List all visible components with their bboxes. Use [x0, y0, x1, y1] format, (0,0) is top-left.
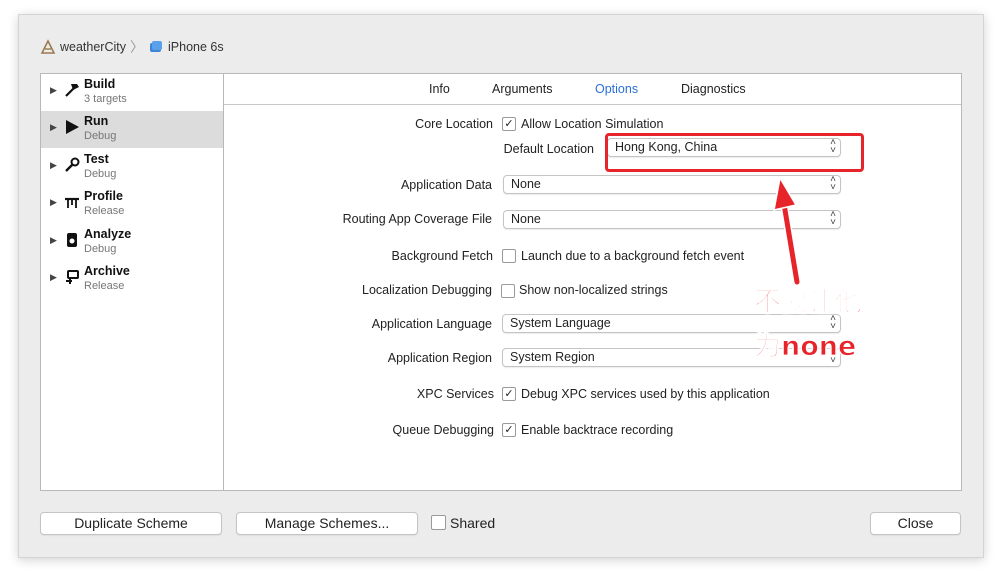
analyze-icon	[67, 233, 77, 247]
disclosure-triangle-icon[interactable]: ▶	[50, 272, 57, 283]
application-language-value: System Language	[510, 316, 611, 330]
sidebar-item-run[interactable]: ▶ Run Debug	[41, 111, 223, 148]
debug-xpc-label: Debug XPC services used by this applicat…	[521, 387, 770, 401]
sidebar-item-label: Profile	[84, 189, 123, 203]
breadcrumb-device[interactable]: iPhone 6s	[168, 40, 224, 54]
tab-diagnostics[interactable]: Diagnostics	[681, 82, 746, 96]
sidebar-item-archive[interactable]: ▶ Archive Release	[41, 261, 223, 298]
background-fetch-label: Background Fetch	[391, 249, 493, 263]
instruments-icon	[65, 197, 79, 208]
background-fetch-option-label: Launch due to a background fetch event	[521, 249, 745, 263]
application-region-value: System Region	[510, 350, 595, 364]
application-data-label: Application Data	[400, 178, 492, 192]
breadcrumb-separator: 〉	[130, 39, 144, 55]
routing-coverage-value: None	[511, 212, 541, 226]
application-region-label: Application Region	[387, 351, 492, 365]
sidebar-item-subtitle: 3 targets	[84, 93, 127, 105]
scheme-action-sidebar: ▶ Build 3 targets ▶ Run Debug ▶ Test Deb…	[41, 74, 224, 490]
disclosure-triangle-icon[interactable]: ▶	[50, 160, 57, 171]
popup-arrows-icon: ˄ ˅	[830, 174, 836, 193]
manage-schemes-button[interactable]: Manage Schemes...	[236, 512, 418, 535]
disclosure-triangle-icon[interactable]: ▶	[50, 235, 57, 246]
backtrace-recording-checkbox[interactable]: ✓	[502, 423, 516, 437]
debug-xpc-checkbox[interactable]: ✓	[502, 387, 516, 401]
default-location-label: Default Location	[503, 142, 594, 156]
sidebar-item-test[interactable]: ▶ Test Debug	[41, 149, 223, 186]
non-localized-strings-label: Show non-localized strings	[519, 283, 668, 297]
sidebar-item-subtitle: Debug	[84, 168, 117, 180]
annotation-text-line2: 为none	[753, 331, 857, 363]
allow-location-simulation-label: Allow Location Simulation	[521, 117, 664, 131]
sidebar-item-subtitle: Release	[84, 205, 125, 217]
disclosure-triangle-icon[interactable]: ▶	[50, 197, 57, 208]
non-localized-strings-checkbox[interactable]	[501, 284, 515, 298]
tab-bar: Info Arguments Options Diagnostics	[224, 74, 961, 105]
background-fetch-checkbox[interactable]	[502, 249, 516, 263]
disclosure-triangle-icon[interactable]: ▶	[50, 85, 57, 96]
allow-location-simulation-checkbox[interactable]: ✓	[502, 117, 516, 131]
breadcrumb: weatherCity 〉 iPhone 6s	[40, 38, 224, 56]
application-data-value: None	[511, 177, 541, 191]
tab-info[interactable]: Info	[429, 82, 450, 96]
sidebar-item-profile[interactable]: ▶ Profile Release	[41, 186, 223, 223]
sidebar-item-subtitle: Release	[84, 280, 125, 292]
close-button[interactable]: Close	[870, 512, 961, 535]
disclosure-triangle-icon[interactable]: ▶	[50, 122, 57, 133]
hammer-icon	[65, 84, 79, 97]
routing-coverage-label: Routing App Coverage File	[342, 212, 492, 226]
tab-options[interactable]: Options	[595, 82, 638, 96]
duplicate-scheme-button[interactable]: Duplicate Scheme	[40, 512, 222, 535]
xpc-services-label: XPC Services	[416, 387, 494, 401]
localization-debugging-label: Localization Debugging	[362, 283, 492, 297]
shared-label: Shared	[450, 515, 496, 531]
annotation-arrow	[773, 175, 801, 286]
sidebar-item-analyze[interactable]: ▶ Analyze Debug	[41, 224, 223, 261]
sidebar-item-label: Archive	[84, 264, 130, 278]
backtrace-recording-label: Enable backtrace recording	[521, 423, 674, 437]
shared-checkbox[interactable]	[431, 515, 446, 530]
queue-debugging-label: Queue Debugging	[392, 423, 494, 437]
sidebar-item-label: Build	[84, 77, 116, 91]
wrench-icon	[65, 157, 80, 172]
sidebar-item-build[interactable]: ▶ Build 3 targets	[41, 74, 223, 111]
highlight-box	[605, 133, 864, 172]
core-location-label: Core Location	[415, 117, 493, 131]
sidebar-item-subtitle: Debug	[84, 243, 117, 255]
annotation-text-line1: 不要让他	[754, 287, 863, 319]
sidebar-item-label: Analyze	[84, 227, 132, 241]
sidebar-item-subtitle: Debug	[84, 130, 117, 142]
tab-arguments[interactable]: Arguments	[492, 82, 552, 96]
sidebar-item-label: Test	[84, 152, 109, 166]
play-icon	[66, 120, 79, 134]
application-language-label: Application Language	[371, 317, 492, 331]
breadcrumb-project[interactable]: weatherCity	[60, 40, 126, 54]
xcode-app-icon	[40, 39, 56, 54]
sidebar-item-label: Run	[84, 114, 109, 128]
popup-arrows-icon: ˄ ˅	[830, 209, 836, 228]
device-icon	[150, 41, 162, 52]
archive-icon	[66, 270, 79, 284]
